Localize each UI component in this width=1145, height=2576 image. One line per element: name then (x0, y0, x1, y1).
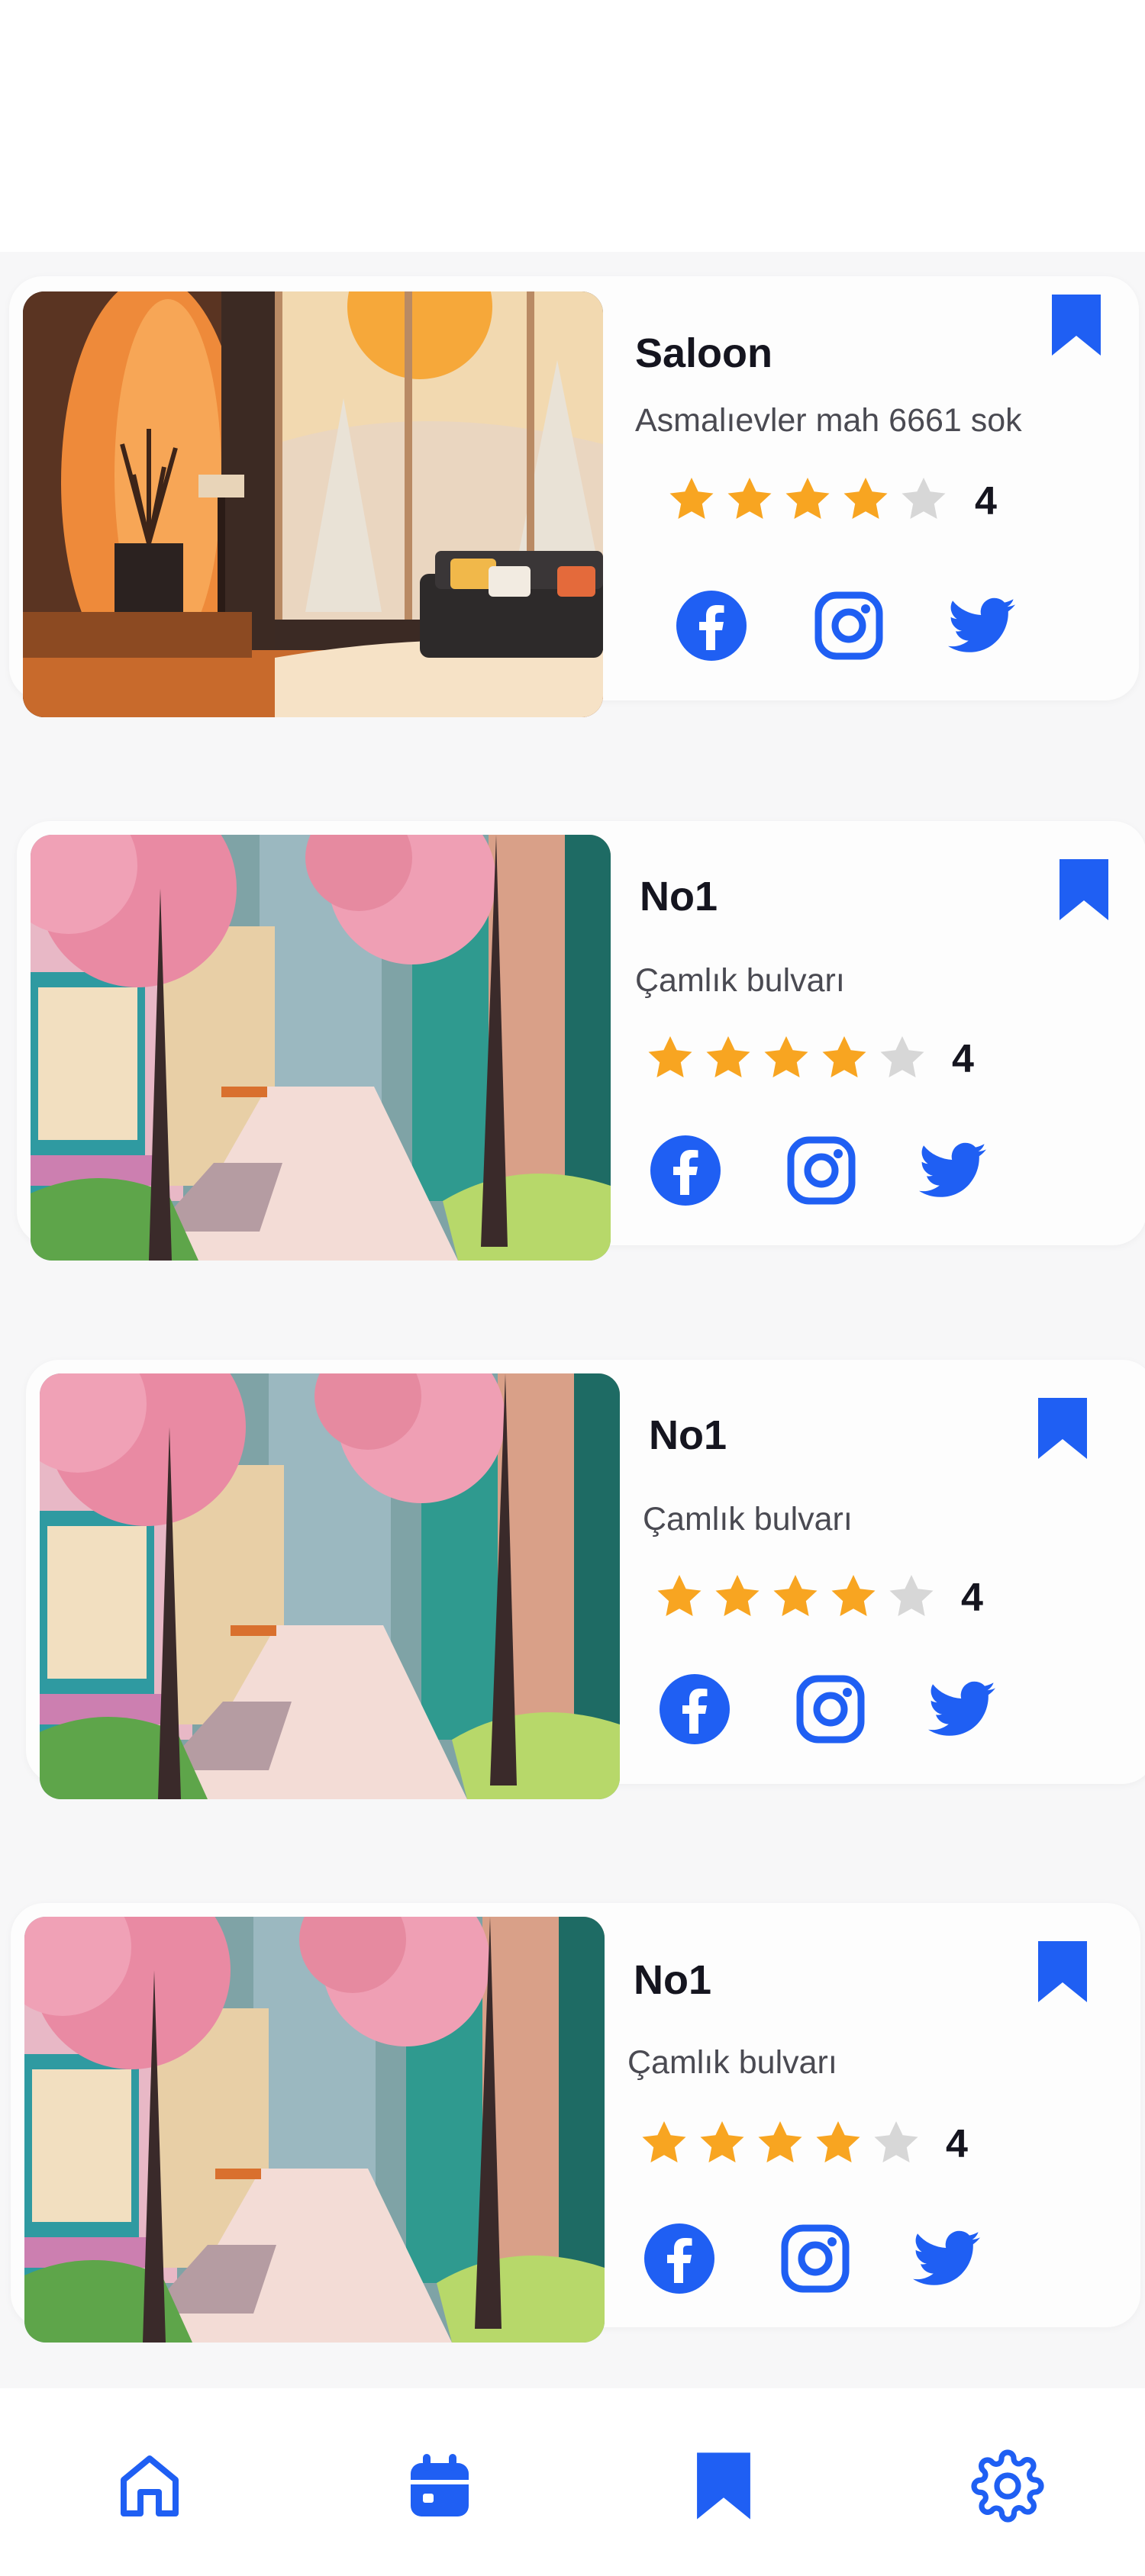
card-image (24, 1917, 605, 2343)
star-icon (756, 2118, 805, 2167)
card-address: Çamlık bulvarı (627, 2044, 837, 2081)
card-address: Çamlık bulvarı (635, 962, 845, 999)
place-card-3[interactable]: No1 Çamlık bulvarı 4 (26, 1360, 1145, 1799)
calendar-icon[interactable] (403, 2449, 476, 2523)
twitter-icon[interactable] (916, 1134, 989, 1207)
instagram-icon[interactable] (812, 589, 885, 662)
rating-stars (667, 475, 948, 523)
bookmark-icon[interactable] (687, 2449, 760, 2523)
place-card-2[interactable]: No1 Çamlık bulvarı 4 (17, 821, 1145, 1261)
rating-stars (655, 1572, 936, 1621)
instagram-icon[interactable] (779, 2222, 852, 2295)
rating-value: 4 (975, 479, 997, 523)
star-icon (878, 1033, 927, 1082)
bookmark-icon[interactable] (1035, 1395, 1090, 1462)
star-icon (887, 1572, 936, 1621)
star-icon (783, 475, 832, 523)
rating-value: 4 (952, 1037, 974, 1081)
rating-stars (640, 2118, 921, 2167)
settings-icon[interactable] (971, 2449, 1044, 2523)
bookmark-icon[interactable] (1049, 291, 1104, 359)
twitter-icon[interactable] (945, 589, 1018, 662)
place-card-1[interactable]: Saloon Asmalıevler mah 6661 sok 4 (9, 276, 1139, 717)
facebook-icon[interactable] (643, 2222, 716, 2295)
star-icon (762, 1033, 811, 1082)
star-icon (899, 475, 948, 523)
card-title: No1 (649, 1412, 727, 1458)
facebook-icon[interactable] (658, 1673, 731, 1746)
star-icon (820, 1033, 869, 1082)
twitter-icon[interactable] (925, 1673, 998, 1746)
instagram-icon[interactable] (785, 1134, 858, 1207)
bookmark-icon[interactable] (1035, 1938, 1090, 2005)
star-icon (829, 1572, 878, 1621)
card-address: Çamlık bulvarı (643, 1501, 853, 1538)
star-icon (640, 2118, 689, 2167)
star-icon (713, 1572, 762, 1621)
card-image (23, 291, 603, 717)
card-image (31, 835, 611, 1261)
star-icon (725, 475, 774, 523)
bookmark-icon[interactable] (1056, 856, 1111, 923)
star-icon (646, 1033, 695, 1082)
card-image (40, 1373, 620, 1799)
star-icon (872, 2118, 921, 2167)
rating-stars (646, 1033, 927, 1082)
bottom-navigation (0, 2411, 1145, 2576)
star-icon (704, 1033, 753, 1082)
card-title: No1 (634, 1957, 712, 2003)
star-icon (841, 475, 890, 523)
facebook-icon[interactable] (675, 589, 748, 662)
star-icon (814, 2118, 863, 2167)
place-card-4[interactable]: No1 Çamlık bulvarı 4 (11, 1903, 1140, 2343)
card-address: Asmalıevler mah 6661 sok (635, 402, 1022, 439)
twitter-icon[interactable] (910, 2222, 983, 2295)
facebook-icon[interactable] (649, 1134, 722, 1207)
rating-value: 4 (946, 2122, 968, 2166)
star-icon (771, 1572, 820, 1621)
star-icon (655, 1572, 704, 1621)
instagram-icon[interactable] (794, 1673, 867, 1746)
home-icon[interactable] (113, 2449, 186, 2523)
star-icon (698, 2118, 747, 2167)
rating-value: 4 (961, 1576, 983, 1620)
card-title: Saloon (635, 330, 773, 376)
star-icon (667, 475, 716, 523)
card-title: No1 (640, 874, 718, 919)
